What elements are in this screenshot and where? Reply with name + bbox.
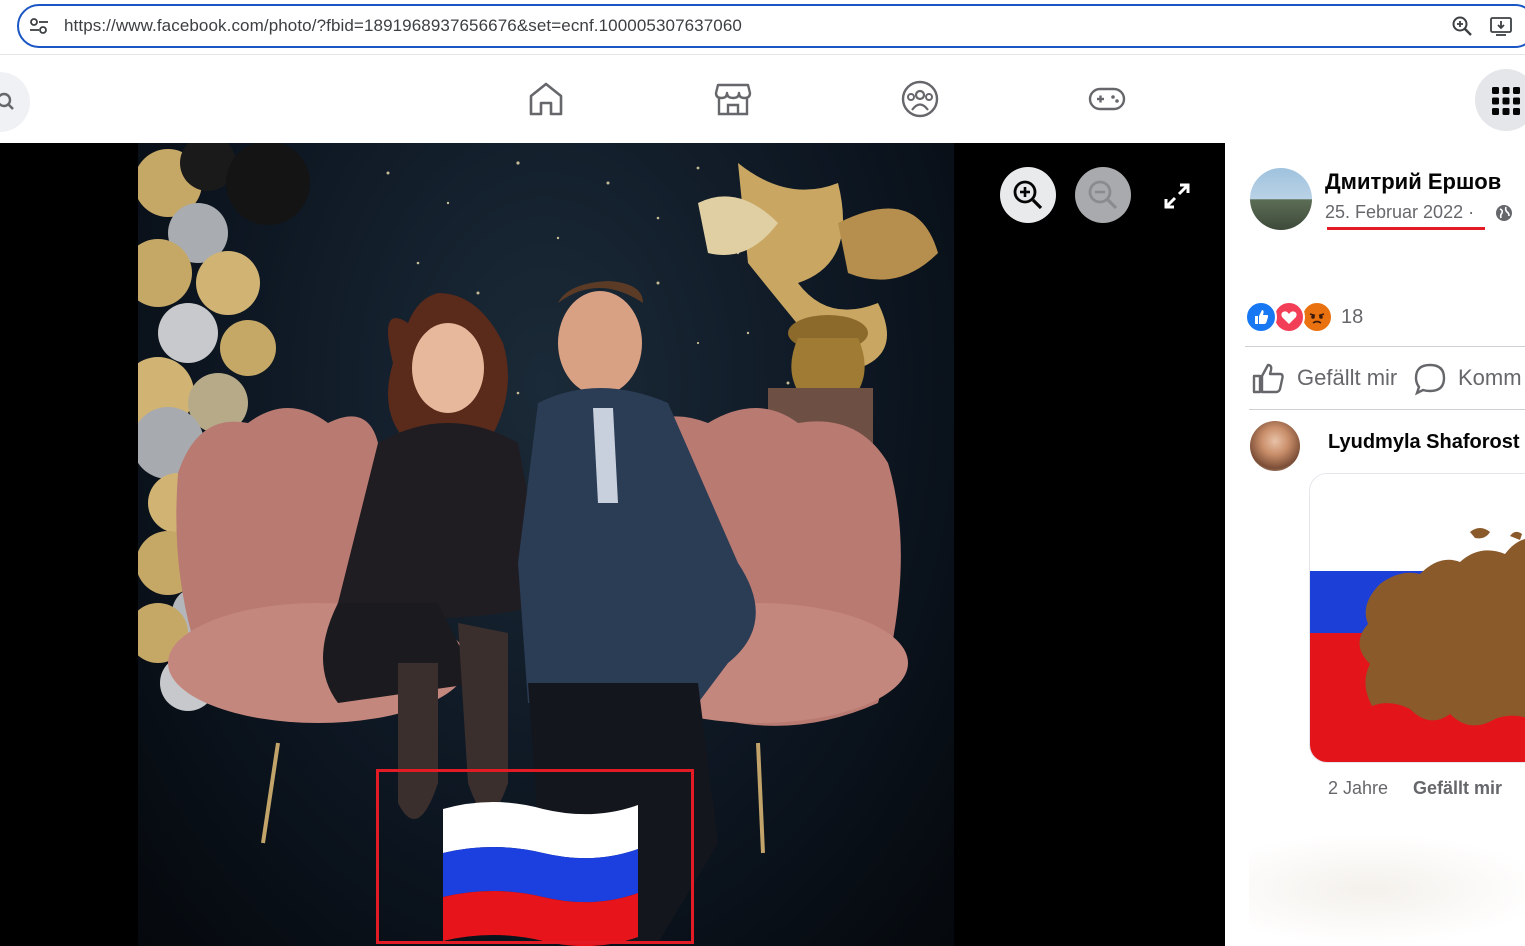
comment-age[interactable]: 2 Jahre xyxy=(1328,778,1388,799)
author-name[interactable]: Дмитрий Ершов xyxy=(1325,169,1501,195)
thumbs-up-icon xyxy=(1252,363,1284,394)
home-icon[interactable] xyxy=(526,79,566,119)
zoom-in-icon xyxy=(1013,180,1043,210)
like-label: Gefällt mir xyxy=(1297,365,1398,390)
facebook-top-nav xyxy=(0,54,1525,143)
zoom-in-button[interactable] xyxy=(1000,167,1056,223)
post-sidebar: Дмитрий Ершов 25. Februar 2022 · 18 Gefä… xyxy=(1225,143,1525,946)
date-highlight-underline xyxy=(1327,227,1485,230)
date-separator: · xyxy=(1468,202,1475,222)
next-comment-image xyxy=(1249,833,1525,946)
author-avatar[interactable] xyxy=(1250,168,1312,230)
url-field[interactable]: https://www.facebook.com/photo/?fbid=189… xyxy=(17,4,1525,48)
tune-icon[interactable] xyxy=(29,17,49,35)
love-reaction-icon xyxy=(1273,301,1305,333)
comment-icon xyxy=(1414,363,1446,396)
install-icon[interactable] xyxy=(1489,15,1513,37)
angry-reaction-icon xyxy=(1301,301,1333,333)
gaming-icon[interactable] xyxy=(1087,79,1127,119)
browser-address-bar: https://www.facebook.com/photo/?fbid=189… xyxy=(0,0,1525,54)
photo-viewer xyxy=(0,143,1225,946)
comment-image[interactable] xyxy=(1309,473,1525,763)
zoom-out-icon xyxy=(1088,180,1118,210)
reaction-icons[interactable] xyxy=(1245,301,1355,335)
comment-button[interactable]: Komm xyxy=(1413,359,1525,399)
menu-button[interactable] xyxy=(1475,69,1525,131)
post-date-text[interactable]: 25. Februar 2022 xyxy=(1325,202,1463,222)
russia-map-flag-image xyxy=(1310,474,1525,762)
like-button[interactable]: Gefällt mir xyxy=(1252,359,1422,399)
divider xyxy=(1245,346,1525,347)
divider xyxy=(1249,409,1525,410)
url-text[interactable]: https://www.facebook.com/photo/?fbid=189… xyxy=(64,16,742,36)
reaction-count[interactable]: 18 xyxy=(1341,306,1363,329)
groups-icon[interactable] xyxy=(900,79,940,119)
fullscreen-icon[interactable] xyxy=(1162,181,1192,211)
like-reaction-icon xyxy=(1245,301,1277,333)
marketplace-icon[interactable] xyxy=(713,79,753,119)
search-button[interactable] xyxy=(0,72,30,132)
menu-grid-icon xyxy=(1492,87,1520,115)
commenter-name[interactable]: Lyudmyla Shaforost xyxy=(1328,431,1520,454)
search-icon xyxy=(0,92,14,110)
zoom-out-button[interactable] xyxy=(1075,167,1131,223)
post-date[interactable]: 25. Februar 2022 · xyxy=(1325,202,1474,223)
comment-label: Komm xyxy=(1458,365,1522,390)
zoom-icon[interactable] xyxy=(1451,15,1473,37)
commenter-avatar[interactable] xyxy=(1250,421,1300,471)
flag-highlight-box xyxy=(376,769,694,944)
globe-icon xyxy=(1496,205,1512,221)
comment-like-button[interactable]: Gefällt mir xyxy=(1413,778,1502,799)
